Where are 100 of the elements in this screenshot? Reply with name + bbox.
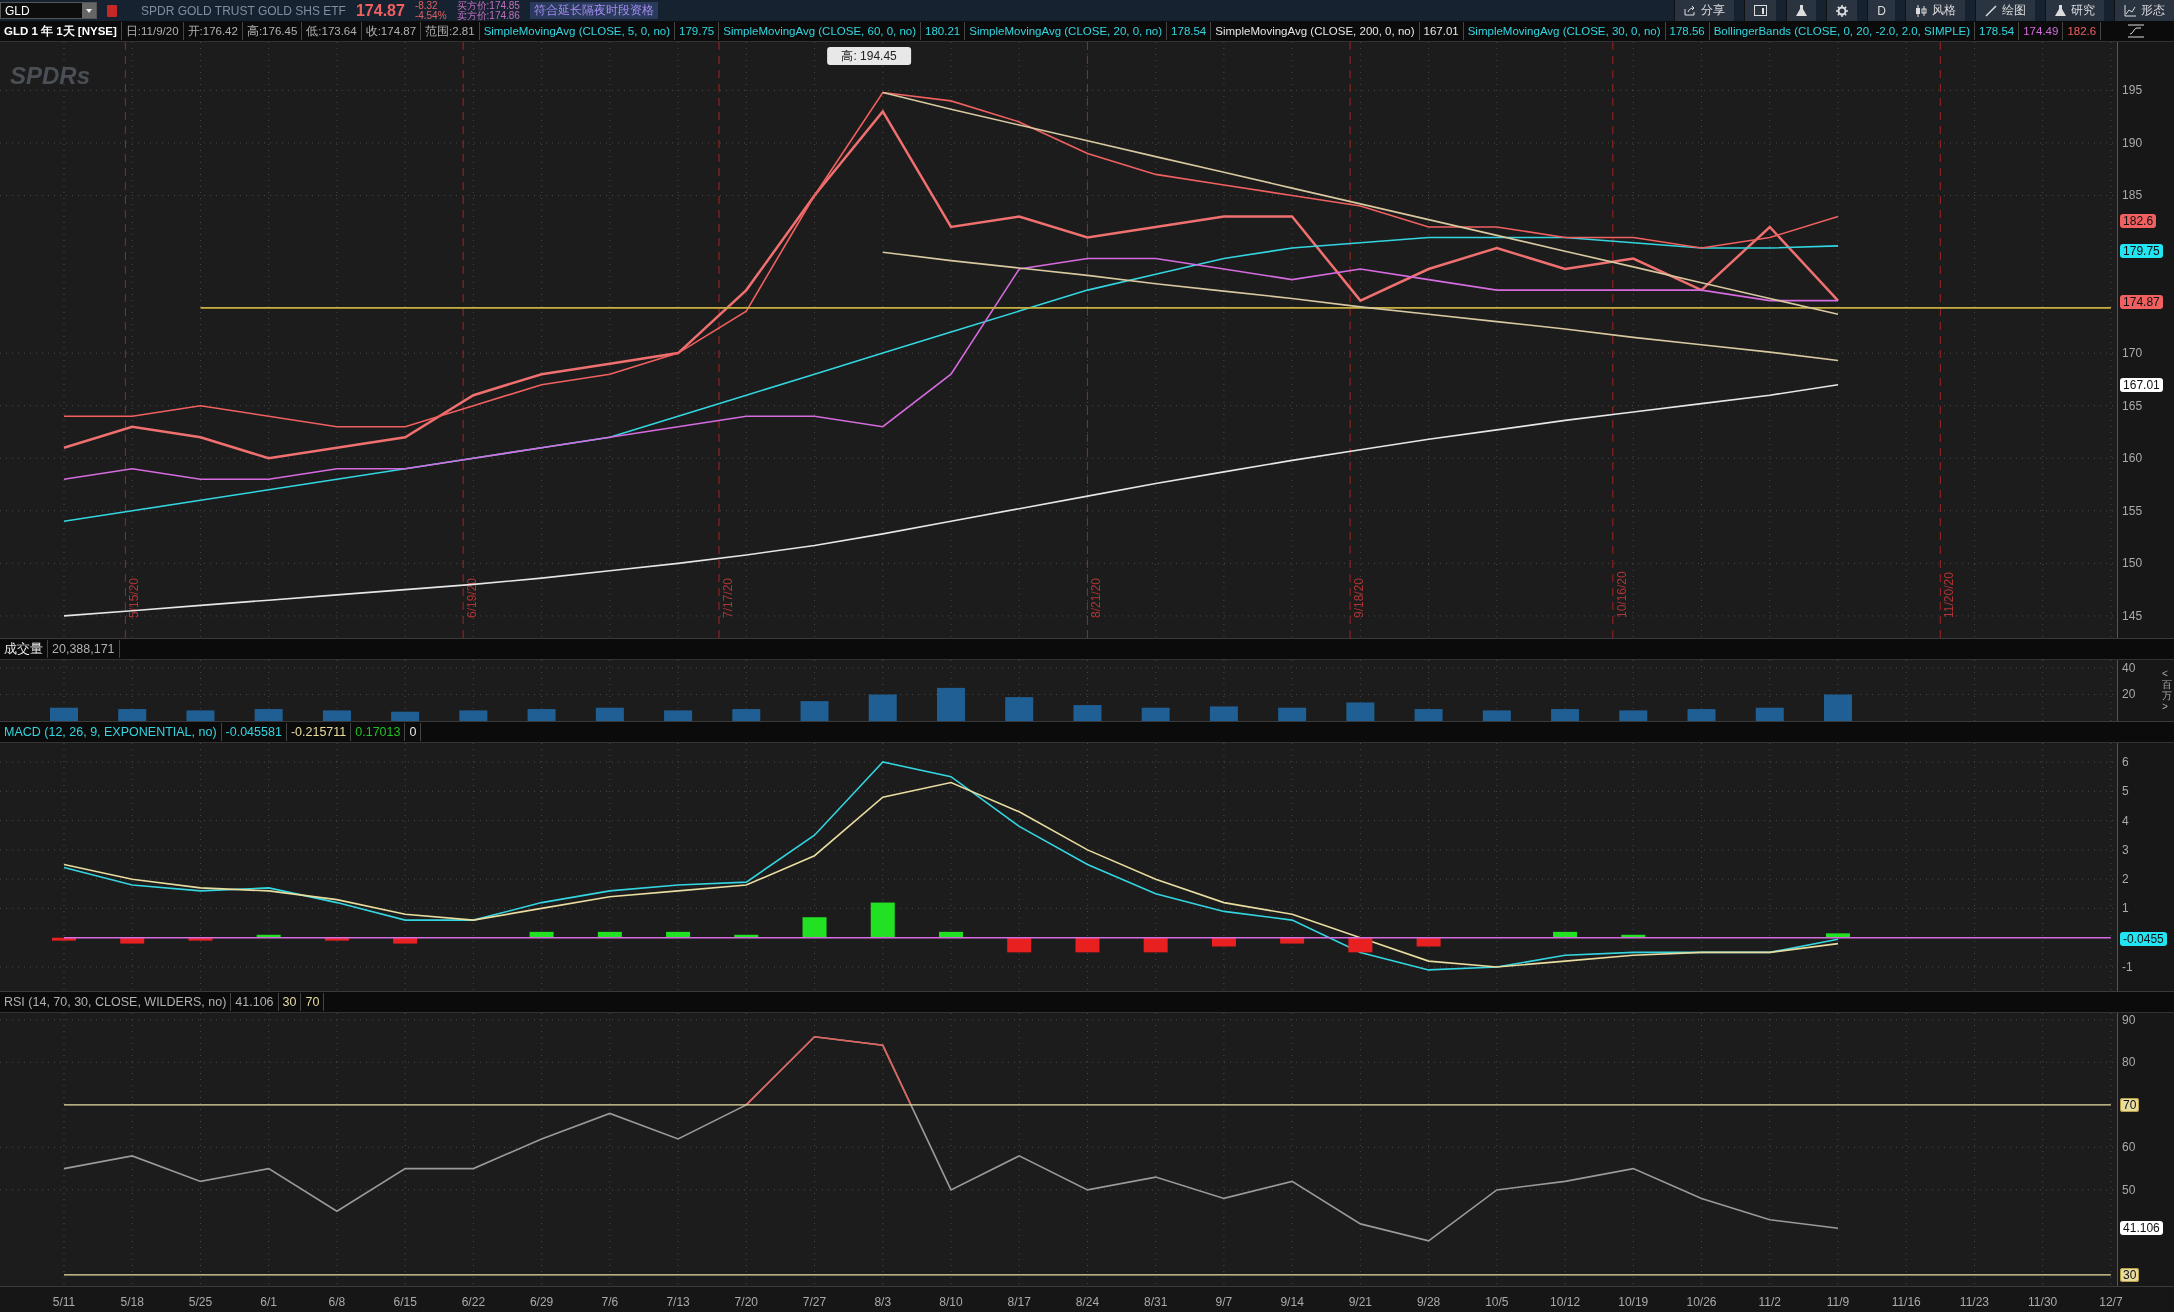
macd-badge: -0.0455 — [2120, 932, 2167, 947]
date-axis-label: 10/12 — [1550, 1295, 1581, 1309]
date-axis-label: 7/27 — [802, 1295, 827, 1309]
study-label[interactable]: SimpleMovingAvg (CLOSE, 200, 0, no) — [1211, 22, 1420, 40]
date-axis-label: 9/14 — [1280, 1295, 1304, 1309]
date-axis-label: 7/20 — [734, 1295, 758, 1309]
ohlc-field: 收:174.87 — [361, 22, 422, 40]
rsi-axis-label: 90 — [2122, 1012, 2136, 1027]
date-axis-label: 9/28 — [1416, 1295, 1441, 1309]
share-icon — [1684, 5, 1697, 16]
ohlc-field: 高:176.45 — [242, 22, 303, 40]
study-label[interactable]: BollingerBands (CLOSE, 0, 20, -2.0, 2.0, SIMPLE) — [1709, 22, 1976, 40]
price-axis-label: 195 — [2122, 83, 2143, 98]
studies-button[interactable]: 研究 — [2045, 0, 2104, 21]
symbol-field[interactable]: GLD — [0, 2, 97, 19]
price-change: -8.32 — [414, 0, 439, 11]
date-axis-label: 7/13 — [666, 1295, 690, 1309]
volume-bar — [391, 711, 420, 721]
volume-bar — [1209, 706, 1238, 721]
date-axis-label: 11/30 — [2028, 1295, 2058, 1309]
date-axis-label: 10/19 — [1618, 1295, 1649, 1309]
macd-value: 0.17013 — [351, 723, 406, 741]
date-axis-label: 6/1 — [260, 1295, 278, 1309]
date-axis-label: 6/22 — [461, 1295, 486, 1309]
date-axis-label: 9/7 — [1215, 1295, 1233, 1309]
macd-axis-label: 6 — [2122, 755, 2129, 770]
date-axis-label: 11/23 — [1959, 1295, 1989, 1309]
volume-bar — [1755, 707, 1784, 721]
study-value: 178.54 — [1975, 22, 2020, 40]
share-button[interactable]: 分享 — [1674, 0, 1735, 21]
gear-button[interactable] — [1826, 0, 1858, 21]
macd-axis-label: 3 — [2122, 842, 2129, 857]
study-value: 178.56 — [1665, 22, 1710, 40]
ohlc-field: 范围:2.81 — [421, 22, 480, 40]
price-axis-label: 185 — [2122, 188, 2143, 203]
extended-hours-notice: 符合延长隔夜时段资格 — [529, 2, 658, 19]
date-axis-label: 5/18 — [120, 1295, 144, 1309]
price-axis-label: 155 — [2122, 503, 2143, 518]
volume-bar — [1824, 694, 1852, 721]
volume-bar — [664, 710, 693, 721]
date-axis-label: 8/17 — [1007, 1295, 1031, 1309]
macd-value: -0.215711 — [286, 723, 352, 741]
price-axis-label: 145 — [2122, 608, 2143, 623]
line-chart-icon — [2124, 4, 2136, 17]
date-axis-label: 11/16 — [1891, 1295, 1921, 1309]
rsi-badge: 41.106 — [2120, 1220, 2163, 1235]
price-badge: 174.87 — [2120, 294, 2163, 309]
price-badge: 179.75 — [2120, 243, 2163, 258]
patterns-button[interactable]: 形态 — [2114, 0, 2174, 21]
volume-bar — [118, 709, 147, 721]
study-label[interactable]: SimpleMovingAvg (CLOSE, 5, 0, no) — [479, 22, 676, 40]
draw-button[interactable]: 绘图 — [1975, 0, 2035, 21]
info-button[interactable] — [1744, 0, 1777, 21]
date-axis-label: 7/6 — [601, 1295, 619, 1309]
ohlc-field: 日:11/9/20 — [121, 22, 184, 40]
expiration-date-label: 10/16/20 — [1614, 571, 1629, 618]
volume-bar — [186, 710, 215, 721]
last-price: 174.87 — [355, 1, 405, 20]
aggregation-button[interactable]: D — [1867, 0, 1895, 21]
macd-value: -0.045581 — [221, 723, 287, 741]
dropdown-caret-icon[interactable] — [82, 3, 96, 18]
macd-value: 0 — [405, 723, 422, 741]
volume-bar — [1346, 702, 1375, 721]
volume-bar — [1414, 709, 1443, 721]
rsi-value: 70 — [301, 993, 325, 1011]
volume-axis-label: 20 — [2122, 687, 2136, 702]
macd-label[interactable]: MACD (12, 26, 9, EXPONENTIAL, no) — [0, 723, 222, 741]
flag-icon[interactable] — [107, 4, 117, 17]
high-price-label: 高: 194.45 — [827, 47, 912, 65]
line-tool-icon — [1985, 4, 1997, 17]
flask-button[interactable] — [1786, 0, 1817, 21]
price-badge: 182.6 — [2120, 213, 2157, 228]
flask-icon — [2055, 4, 2066, 17]
date-axis-label: 6/8 — [328, 1295, 346, 1309]
volume-bar — [800, 701, 829, 721]
study-label[interactable]: SimpleMovingAvg (CLOSE, 30, 0, no) — [1463, 22, 1666, 40]
volume-bar — [1619, 710, 1648, 721]
date-axis-label: 10/26 — [1686, 1295, 1717, 1309]
volume-axis-label: 40 — [2122, 660, 2136, 675]
rsi-label[interactable]: RSI (14, 70, 30, CLOSE, WILDERS, no) — [0, 993, 232, 1011]
date-axis-label: 6/29 — [529, 1295, 554, 1309]
expiration-date-label: 11/20/20 — [1942, 572, 1957, 618]
date-axis-label: 6/15 — [393, 1295, 417, 1309]
volume-bar — [50, 707, 78, 721]
price-axis-label: 165 — [2122, 398, 2143, 413]
date-axis-label: 9/21 — [1348, 1295, 1373, 1309]
study-label[interactable]: SimpleMovingAvg (CLOSE, 60, 0, no) — [719, 22, 922, 40]
volume-bar — [1551, 709, 1580, 721]
price-badge: 167.01 — [2120, 377, 2163, 392]
volume-bar — [1073, 705, 1102, 721]
volume-bar — [322, 710, 351, 721]
volume-label: 成交量 — [0, 640, 48, 658]
volume-bar — [1278, 707, 1307, 721]
flask-icon — [1796, 4, 1808, 17]
price-axis-label: 160 — [2122, 451, 2143, 466]
style-button[interactable]: 风格 — [1905, 0, 1965, 21]
date-axis-label: 12/7 — [2099, 1295, 2123, 1309]
volume-bar — [868, 694, 897, 721]
auto-fit-icon[interactable] — [2128, 24, 2144, 38]
study-label[interactable]: SimpleMovingAvg (CLOSE, 20, 0, no) — [965, 22, 1168, 40]
